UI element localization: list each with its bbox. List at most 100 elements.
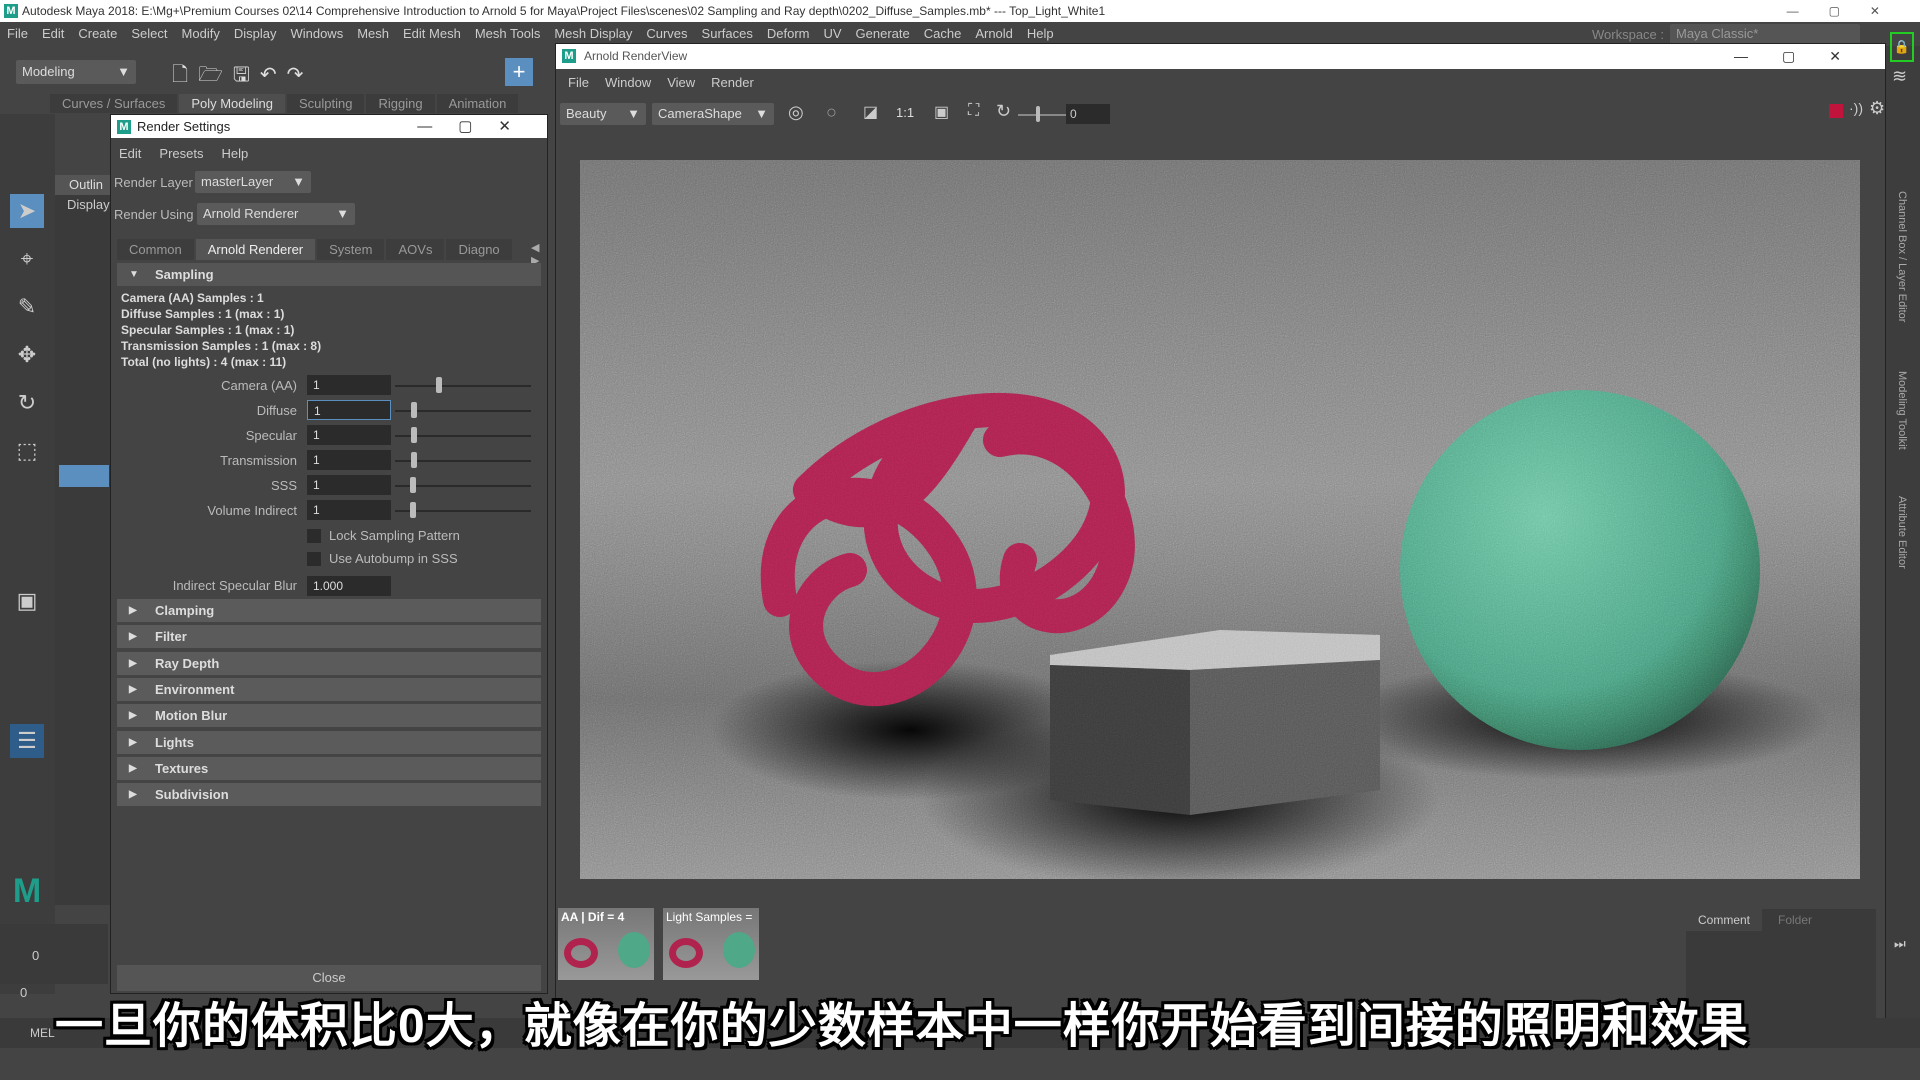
section-subdivision[interactable]: ▶ Subdivision: [117, 783, 541, 807]
menu-render[interactable]: Render: [711, 75, 754, 90]
channel-box-tab[interactable]: Channel Box / Layer Editor: [1896, 191, 1908, 322]
shelf-tab-rigging[interactable]: Rigging: [366, 94, 435, 113]
slider-knob[interactable]: [409, 502, 416, 518]
menu-deform[interactable]: Deform: [760, 26, 817, 41]
slider-knob[interactable]: [435, 377, 442, 393]
menu-mesh-display[interactable]: Mesh Display: [547, 26, 639, 41]
render-icon[interactable]: ◎: [788, 102, 804, 123]
menu-window[interactable]: Window: [605, 75, 651, 90]
menu-help[interactable]: Help: [221, 146, 248, 161]
autobump-checkbox[interactable]: [307, 552, 321, 566]
play-end-icon[interactable]: ⏭: [1894, 936, 1906, 952]
outliner-tab[interactable]: Outlin: [55, 175, 110, 195]
layout-icon[interactable]: ▣: [10, 584, 44, 618]
menu-edit-mesh[interactable]: Edit Mesh: [396, 26, 468, 41]
lock-sampling-checkbox[interactable]: [307, 529, 321, 543]
section-clamping[interactable]: ▶ Clamping: [117, 599, 541, 622]
layers-icon[interactable]: ≋: [1892, 66, 1907, 87]
rgb-icon[interactable]: ○: [826, 102, 837, 123]
paint-tool-icon[interactable]: ✎: [10, 290, 44, 324]
menu-view[interactable]: View: [667, 75, 695, 90]
render-layer-dropdown[interactable]: masterLayer ▼: [195, 171, 311, 193]
menu-mesh-tools[interactable]: Mesh Tools: [468, 26, 548, 41]
field-transmission[interactable]: 1: [307, 450, 391, 470]
menu-cache[interactable]: Cache: [917, 26, 969, 41]
modeling-toolkit-tab[interactable]: Modeling Toolkit: [1896, 371, 1908, 450]
mode-dropdown[interactable]: Modeling ▼: [16, 60, 136, 84]
slider-knob[interactable]: [411, 452, 418, 468]
indirect-blur-field[interactable]: 1.000: [307, 576, 391, 596]
attribute-editor-tab[interactable]: Attribute Editor: [1896, 496, 1908, 569]
shelf-tab-animation[interactable]: Animation: [436, 94, 519, 113]
field-volume-indirect[interactable]: 1: [307, 500, 391, 520]
menu-windows[interactable]: Windows: [283, 26, 350, 41]
tab-common[interactable]: Common: [117, 239, 194, 260]
section-sampling[interactable]: ▼ Sampling: [117, 263, 541, 286]
shelf-tab-sculpting[interactable]: Sculpting: [286, 94, 365, 113]
section-textures[interactable]: ▶ Textures: [117, 756, 541, 780]
section-motion-blur[interactable]: ▶ Motion Blur: [117, 704, 541, 728]
stop-render-icon[interactable]: [1829, 104, 1843, 118]
menu-modify[interactable]: Modify: [175, 26, 227, 41]
menu-edit[interactable]: Edit: [35, 26, 71, 41]
settings-gear-icon[interactable]: ⚙: [1869, 98, 1885, 119]
menu-curves[interactable]: Curves: [639, 26, 694, 41]
outliner-layout-icon[interactable]: ☰: [10, 724, 44, 758]
exposure-field[interactable]: 0: [1066, 104, 1110, 124]
slider-knob[interactable]: [411, 427, 418, 443]
tab-aovs[interactable]: AOVs: [386, 239, 445, 260]
menu-uv[interactable]: UV: [816, 26, 848, 41]
menu-file[interactable]: File: [0, 26, 35, 41]
slider-knob[interactable]: [409, 477, 416, 493]
menu-presets[interactable]: Presets: [159, 146, 203, 161]
menu-edit[interactable]: Edit: [119, 146, 141, 161]
tab-comment[interactable]: Comment: [1686, 909, 1763, 931]
display-menu[interactable]: Display: [55, 195, 110, 215]
ratio-button[interactable]: 1:1: [896, 105, 914, 120]
slider-knob[interactable]: [411, 402, 418, 418]
window-controls[interactable]: —▢✕: [417, 115, 537, 138]
menu-file[interactable]: File: [568, 75, 589, 90]
ipr-icon[interactable]: ·)): [1849, 100, 1863, 116]
lasso-tool-icon[interactable]: ⌖: [10, 242, 44, 276]
scale-icon[interactable]: ⬚: [10, 434, 44, 468]
window-controls[interactable]: —▢✕: [1734, 44, 1875, 69]
section-filter[interactable]: ▶ Filter: [117, 625, 541, 649]
section-lights[interactable]: ▶ Lights: [117, 730, 541, 754]
range-start[interactable]: 0: [20, 985, 27, 1000]
menu-arnold[interactable]: Arnold: [968, 26, 1020, 41]
menu-select[interactable]: Select: [124, 26, 174, 41]
tab-diagno[interactable]: Diagno: [446, 239, 512, 260]
mel-label[interactable]: MEL: [30, 1026, 55, 1040]
move-tool-icon[interactable]: +: [505, 58, 533, 86]
snapshot-thumbnail[interactable]: AA | Dif = 4: [558, 908, 654, 980]
render-using-dropdown[interactable]: Arnold Renderer ▼: [197, 203, 355, 225]
file-icons[interactable]: 🗋🗁🖫↶↷: [172, 60, 313, 94]
field-diffuse[interactable]: 1: [307, 400, 391, 420]
tab-arnold-renderer[interactable]: Arnold Renderer: [195, 239, 316, 260]
slider-camera-aa[interactable]: [395, 385, 531, 387]
snapshot-thumbnail[interactable]: Light Samples =: [663, 908, 759, 980]
window-controls[interactable]: —▢✕: [1787, 0, 1910, 22]
move-icon[interactable]: ✥: [10, 338, 44, 372]
crop-icon[interactable]: ◪: [863, 102, 878, 122]
lock-icon[interactable]: 🔒: [1890, 32, 1914, 62]
tab-system[interactable]: System: [317, 239, 385, 260]
menu-help[interactable]: Help: [1020, 26, 1061, 41]
menu-mesh[interactable]: Mesh: [350, 26, 396, 41]
menu-create[interactable]: Create: [71, 26, 124, 41]
shelf-tab-poly-modeling[interactable]: Poly Modeling: [179, 94, 285, 113]
refresh-icon[interactable]: ↻: [996, 101, 1011, 122]
tab-folder[interactable]: Folder: [1766, 909, 1824, 931]
frame-icon[interactable]: ▣: [934, 102, 949, 122]
shelf-tab-curves-surfaces[interactable]: Curves / Surfaces: [50, 94, 178, 113]
section-ray-depth[interactable]: ▶ Ray Depth: [117, 651, 541, 675]
outliner-selected-row[interactable]: [59, 465, 109, 487]
region-icon[interactable]: ⛶: [968, 102, 979, 120]
section-environment[interactable]: ▶ Environment: [117, 677, 541, 701]
menu-display[interactable]: Display: [227, 26, 284, 41]
exposure-knob[interactable]: [1036, 106, 1040, 122]
menu-surfaces[interactable]: Surfaces: [695, 26, 760, 41]
menu-generate[interactable]: Generate: [849, 26, 917, 41]
select-tool-icon[interactable]: ➤: [10, 194, 44, 228]
